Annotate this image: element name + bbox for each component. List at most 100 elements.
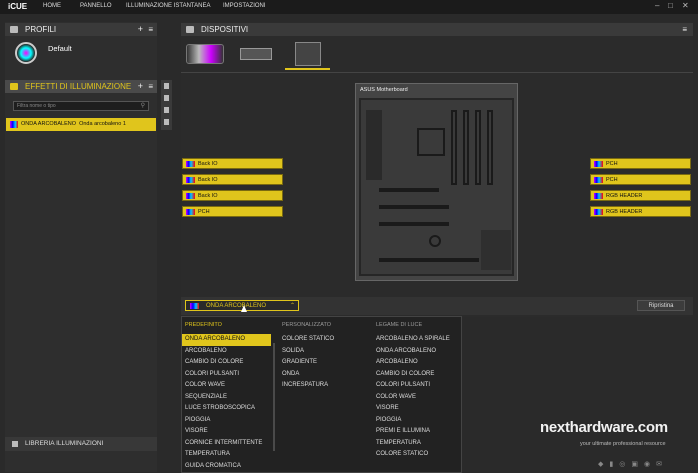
- profile-menu-icon[interactable]: ≡: [148, 23, 153, 36]
- preset-item[interactable]: COLORI PULSANTI: [182, 369, 271, 381]
- lighting-link-item[interactable]: COLORE STATICO: [376, 449, 460, 461]
- dimm-slot-1: [451, 110, 457, 185]
- rainbow-swatch-icon: [186, 209, 195, 215]
- custom-item[interactable]: COLORE STATICO: [282, 334, 367, 346]
- rainbow-swatch-icon: [186, 161, 195, 167]
- pcie-slot-4: [379, 258, 479, 262]
- divider: [181, 72, 693, 73]
- custom-header: PERSONALIZZATO: [282, 322, 332, 328]
- devices-header: DISPOSITIVI ≡: [181, 23, 693, 36]
- rainbow-swatch-icon: [594, 177, 603, 183]
- preset-item[interactable]: ARCOBALENO: [182, 346, 271, 358]
- lighting-link-item[interactable]: ONDA ARCOBALENO: [376, 346, 460, 358]
- lighting-link-header: LEGAME DI LUCE: [376, 322, 423, 328]
- add-profile-icon[interactable]: +: [138, 23, 143, 36]
- paste-icon[interactable]: [164, 95, 169, 101]
- rainbow-swatch-icon: [186, 193, 195, 199]
- lighting-link-item[interactable]: CAMBIO DI COLORE: [376, 369, 460, 381]
- devices-menu-icon[interactable]: ≡: [682, 23, 687, 36]
- lightning-icon: [10, 83, 18, 90]
- rainbow-swatch-icon: [594, 193, 603, 199]
- preset-item[interactable]: ONDA ARCOBALENO: [182, 334, 271, 346]
- chevron-up-icon: ⌃: [289, 303, 295, 309]
- library-button[interactable]: LIBRERIA ILLUMINAZIONI: [5, 437, 157, 451]
- lighting-link-item[interactable]: VISORE: [376, 403, 460, 415]
- preset-item[interactable]: CORNICE INTERMITTENTE: [182, 438, 271, 450]
- lighting-link-item[interactable]: TEMPERATURA: [376, 438, 460, 450]
- profile-icon: [10, 26, 18, 33]
- preset-item[interactable]: TEMPERATURA: [182, 449, 271, 461]
- close-icon[interactable]: ✕: [682, 1, 689, 10]
- effects-header: EFFETTI DI ILLUMINAZIONE + ≡: [5, 80, 157, 93]
- custom-item[interactable]: SOLIDA: [282, 346, 367, 358]
- zone-pch-right-2[interactable]: PCH: [590, 174, 691, 185]
- device-memory-thumb[interactable]: [240, 48, 272, 60]
- lighting-link-item[interactable]: PIOGGIA: [376, 415, 460, 427]
- motherboard-label: ASUS Motherboard: [360, 87, 408, 93]
- zone-back-io-3[interactable]: Back IO: [182, 190, 283, 201]
- pcie-slot-2: [379, 205, 449, 209]
- pcie-slot-1: [379, 188, 439, 192]
- effects-toolbar: [161, 80, 172, 130]
- lighting-link-item[interactable]: ARCOBALENO: [376, 357, 460, 369]
- nav-illuminazione-istantanea[interactable]: ILLUMINAZIONE ISTANTANEA: [126, 3, 210, 9]
- library-icon: [12, 441, 18, 447]
- lighting-link-item[interactable]: ARCOBALENO A SPIRALE: [376, 334, 460, 346]
- effects-search-input[interactable]: Filtra nome o tipo ⚲: [13, 101, 149, 111]
- rainbow-swatch-icon: [594, 161, 603, 167]
- rainbow-swatch-icon: [594, 209, 603, 215]
- device-icon: [186, 26, 194, 33]
- copy-icon[interactable]: [164, 83, 169, 89]
- motherboard-image: [359, 98, 514, 276]
- dimm-slot-4: [487, 110, 493, 185]
- effect-list-item[interactable]: ONDA ARCOBALENO Onda arcobaleno 1: [6, 118, 156, 131]
- search-icon: ⚲: [140, 103, 145, 109]
- top-bar: iCUE HOME PANNELLO ILLUMINAZIONE ISTANTA…: [0, 0, 698, 14]
- watermark-tagline: your ultimate professional resource: [580, 441, 666, 447]
- lighting-link-item[interactable]: COLORI PULSANTI: [376, 380, 460, 392]
- nav-impostazioni[interactable]: IMPOSTAZIONI: [223, 3, 266, 9]
- reset-button[interactable]: Ripristina: [637, 300, 685, 311]
- zone-back-io-1[interactable]: Back IO: [182, 158, 283, 169]
- custom-item[interactable]: INCRESPATURA: [282, 380, 367, 392]
- nav-pannello[interactable]: PANNELLO: [80, 3, 112, 9]
- preset-item[interactable]: VISORE: [182, 426, 271, 438]
- dimm-slot-2: [463, 110, 469, 185]
- zone-rgb-header-1[interactable]: RGB HEADER: [590, 190, 691, 201]
- watermark: nexthardware.com your ultimate professio…: [540, 413, 690, 463]
- dropdown-scrollbar[interactable]: [273, 343, 275, 451]
- zone-rgb-header-2[interactable]: RGB HEADER: [590, 206, 691, 217]
- zone-pch-left[interactable]: PCH: [182, 206, 283, 217]
- lighting-link-item[interactable]: PREMI E ILLUMINA: [376, 426, 460, 438]
- preset-item[interactable]: LUCE STROBOSCOPICA: [182, 403, 271, 415]
- preset-item[interactable]: GUIDA CROMATICA: [182, 461, 271, 467]
- nav-home[interactable]: HOME: [43, 3, 61, 9]
- preset-item[interactable]: SEQUENZIALE: [182, 392, 271, 404]
- preset-item[interactable]: PIOGGIA: [182, 415, 271, 427]
- profiles-header: PROFILI + ≡: [5, 23, 157, 36]
- lighting-link-item[interactable]: COLOR WAVE: [376, 392, 460, 404]
- add-effect-icon[interactable]: +: [138, 80, 143, 93]
- maximize-icon[interactable]: □: [668, 1, 673, 10]
- zone-pch-right-1[interactable]: PCH: [590, 158, 691, 169]
- device-cooler-thumb[interactable]: [186, 44, 224, 64]
- profile-avatar: [15, 42, 37, 64]
- device-motherboard-thumb[interactable]: [295, 42, 321, 66]
- preset-item[interactable]: COLOR WAVE: [182, 380, 271, 392]
- custom-item[interactable]: GRADIENTE: [282, 357, 367, 369]
- custom-item[interactable]: ONDA: [282, 369, 367, 381]
- pcie-slot-3: [379, 222, 449, 226]
- zone-back-io-2[interactable]: Back IO: [182, 174, 283, 185]
- rainbow-swatch-icon: [186, 177, 195, 183]
- device-selected-indicator: [285, 68, 330, 70]
- status-icons: ◆▮◎▣◉✉: [598, 461, 668, 468]
- mouse-cursor: [241, 305, 247, 312]
- minimize-icon[interactable]: –: [655, 1, 659, 10]
- profile-default[interactable]: Default: [48, 44, 72, 53]
- effects-menu-icon[interactable]: ≡: [148, 80, 153, 93]
- edit-icon[interactable]: [164, 107, 169, 113]
- back-io: [366, 110, 382, 180]
- preset-item[interactable]: CAMBIO DI COLORE: [182, 357, 271, 369]
- rainbow-swatch-icon: [10, 121, 18, 128]
- delete-icon[interactable]: [164, 119, 169, 125]
